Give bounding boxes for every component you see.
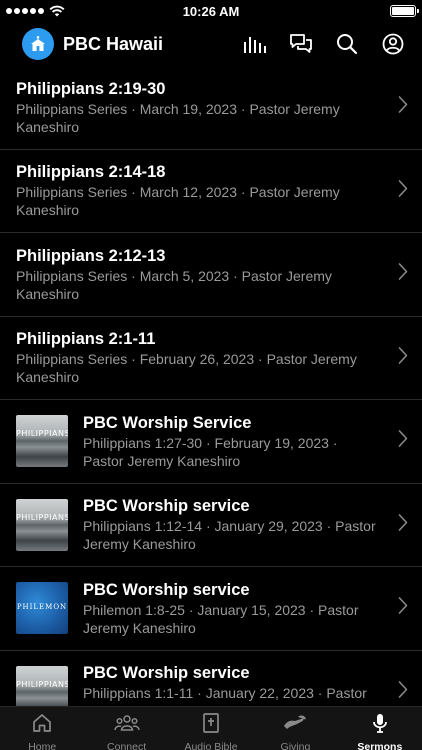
sermon-thumbnail: PHILIPPIANS (16, 415, 68, 468)
battery-icon (390, 5, 419, 17)
sermon-row[interactable]: PHILIPPIANS PBC Worship service Philippi… (0, 484, 422, 567)
tab-connect[interactable]: Connect (84, 707, 168, 750)
chevron-right-icon (398, 263, 408, 286)
chevron-right-icon (398, 179, 408, 202)
sermon-title: PBC Worship Service (83, 413, 252, 432)
app-header: PBC Hawaii (0, 22, 422, 66)
sermon-row[interactable]: PHILIPPIANS PBC Worship Service Philippi… (0, 400, 422, 484)
bible-icon (200, 712, 222, 739)
tab-label: Audio Bible (184, 741, 238, 750)
chevron-right-icon (398, 430, 408, 453)
sermon-thumbnail: PHILEMON (16, 582, 68, 635)
tab-home[interactable]: Home (0, 707, 84, 750)
sermon-text: Philippians 2:12-13 Philippians Series ·… (16, 246, 406, 303)
sermon-thumbnail: PHILIPPIANS (16, 665, 68, 706)
sermon-title: PBC Worship service (83, 664, 250, 683)
sermon-subtitle: Philippians Series · February 26, 2023 ·… (16, 351, 357, 386)
tab-label: Home (28, 741, 57, 750)
search-icon[interactable] (334, 31, 360, 57)
sermon-title: Philippians 2:12-13 (16, 246, 166, 265)
status-bar: 10:26 AM (0, 0, 422, 22)
tab-label: Giving (280, 741, 311, 750)
tab-audio-bible[interactable]: Audio Bible (169, 707, 253, 750)
tab-label: Connect (107, 741, 147, 750)
sermon-text: Philippians 2:19-30 Philippians Series ·… (16, 79, 406, 136)
wifi-icon (49, 5, 65, 17)
sermon-list: Philippians 2:19-30 Philippians Series ·… (0, 66, 422, 706)
app-title: PBC Hawaii (63, 33, 164, 54)
sermon-title: PBC Worship service (83, 497, 250, 516)
giving-hand-icon (282, 712, 308, 739)
chevron-right-icon (398, 597, 408, 620)
sermon-thumbnail: PHILIPPIANS (16, 498, 68, 551)
sermon-title: Philippians 2:1-11 (16, 330, 156, 349)
sermon-subtitle: Philippians 1:1-11 · January 22, 2023 · … (83, 685, 367, 706)
sermon-row[interactable]: Philippians 2:12-13 Philippians Series ·… (0, 233, 422, 317)
tab-bar: Home Connect Audio Bible Giving Sermons (0, 706, 422, 750)
sermon-title: Philippians 2:14-18 (16, 163, 166, 182)
signal-strength-icon (6, 8, 44, 14)
thumbnail-label: PHILIPPIANS (16, 679, 68, 689)
sermon-subtitle: Philippians 1:12-14 · January 29, 2023 ·… (83, 518, 376, 553)
sermon-row[interactable]: Philippians 2:14-18 Philippians Series ·… (0, 150, 422, 233)
chat-icon[interactable] (288, 31, 314, 57)
church-logo-icon[interactable] (22, 28, 54, 60)
thumbnail-label: PHILEMON (16, 603, 68, 612)
sermon-text: PBC Worship Service Philippians 1:27-30 … (83, 413, 406, 470)
sermon-subtitle: Philippians Series · March 19, 2023 · Pa… (16, 100, 340, 135)
sermon-subtitle: Philemon 1:8-25 · January 15, 2023 · Pas… (83, 601, 359, 636)
sermon-text: PBC Worship service Philippians 1:1-11 ·… (83, 663, 406, 706)
microphone-icon (369, 712, 391, 739)
sermon-subtitle: Philippians 1:27-30 · February 19, 2023 … (83, 434, 338, 469)
audio-bars-icon[interactable] (242, 31, 268, 57)
thumbnail-label: PHILIPPIANS (16, 512, 68, 522)
sermon-row[interactable]: Philippians 2:1-11 Philippians Series · … (0, 317, 422, 400)
sermon-title: PBC Worship service (83, 580, 250, 599)
sermon-text: Philippians 2:1-11 Philippians Series · … (16, 329, 406, 386)
sermon-subtitle: Philippians Series · March 12, 2023 · Pa… (16, 184, 340, 219)
chevron-right-icon (398, 96, 408, 119)
sermon-text: Philippians 2:14-18 Philippians Series ·… (16, 162, 406, 219)
sermon-title: Philippians 2:19-30 (16, 79, 166, 98)
sermon-subtitle: Philippians Series · March 5, 2023 · Pas… (16, 267, 332, 302)
profile-icon[interactable] (380, 31, 406, 57)
home-icon (31, 712, 53, 739)
tab-sermons[interactable]: Sermons (338, 707, 422, 750)
chevron-right-icon (398, 680, 408, 703)
sermon-row[interactable]: PHILEMON PBC Worship service Philemon 1:… (0, 567, 422, 651)
chevron-right-icon (398, 513, 408, 536)
thumbnail-label: PHILIPPIANS (16, 429, 68, 439)
sermon-text: PBC Worship service Philippians 1:12-14 … (83, 496, 406, 553)
chevron-right-icon (398, 346, 408, 369)
signal-area (6, 5, 65, 17)
people-icon (113, 712, 140, 739)
tab-giving[interactable]: Giving (253, 707, 337, 750)
sermon-row[interactable]: PHILIPPIANS PBC Worship service Philippi… (0, 651, 422, 706)
tab-label: Sermons (357, 741, 403, 750)
sermon-text: PBC Worship service Philemon 1:8-25 · Ja… (83, 580, 406, 637)
sermon-row[interactable]: Philippians 2:19-30 Philippians Series ·… (0, 66, 422, 150)
